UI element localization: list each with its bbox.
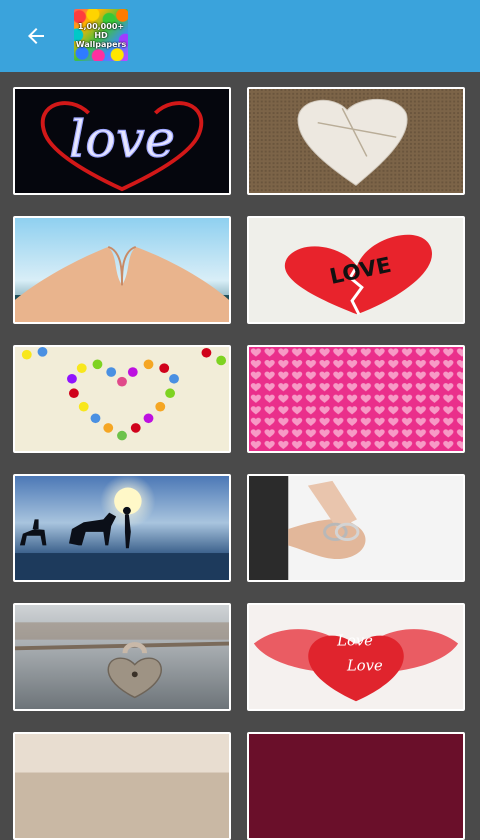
wallpaper-tile-horse-sunset[interactable] [13, 474, 231, 582]
wallpaper-tile-broken-heart-love[interactable]: LOVE [247, 216, 465, 324]
wallpaper-tile-hand-rings[interactable] [247, 474, 465, 582]
neon-love-text: love [69, 110, 175, 168]
arrow-left-icon [28, 28, 44, 44]
wallpaper-grid: love LOVE Love Love [0, 72, 480, 840]
logo-line-3: Wallpapers [75, 39, 127, 49]
wallpaper-tile-pink-pattern[interactable] [247, 345, 465, 453]
wallpaper-tile-red-hearts-love[interactable]: Love Love [247, 603, 465, 711]
wallpaper-tile-candy-heart[interactable] [13, 345, 231, 453]
logo-line-1: 1,00,000+ [77, 21, 125, 31]
back-button[interactable] [16, 18, 56, 54]
wallpaper-tile-neon-love[interactable]: love [13, 87, 231, 195]
love-script-text-1: Love [336, 633, 373, 650]
wallpaper-tile-paper-heart[interactable] [247, 87, 465, 195]
app-bar: 1,00,000+ HD Wallpapers [0, 0, 480, 72]
wallpaper-tile-partial-right[interactable] [247, 732, 465, 840]
logo-line-2: HD [94, 30, 108, 40]
wallpaper-tile-partial-left[interactable] [13, 732, 231, 840]
wallpaper-tile-heart-padlock[interactable] [13, 603, 231, 711]
love-script-text-2: Love [346, 658, 383, 675]
app-logo: 1,00,000+ HD Wallpapers [74, 9, 128, 61]
wallpaper-tile-hands-heart[interactable] [13, 216, 231, 324]
